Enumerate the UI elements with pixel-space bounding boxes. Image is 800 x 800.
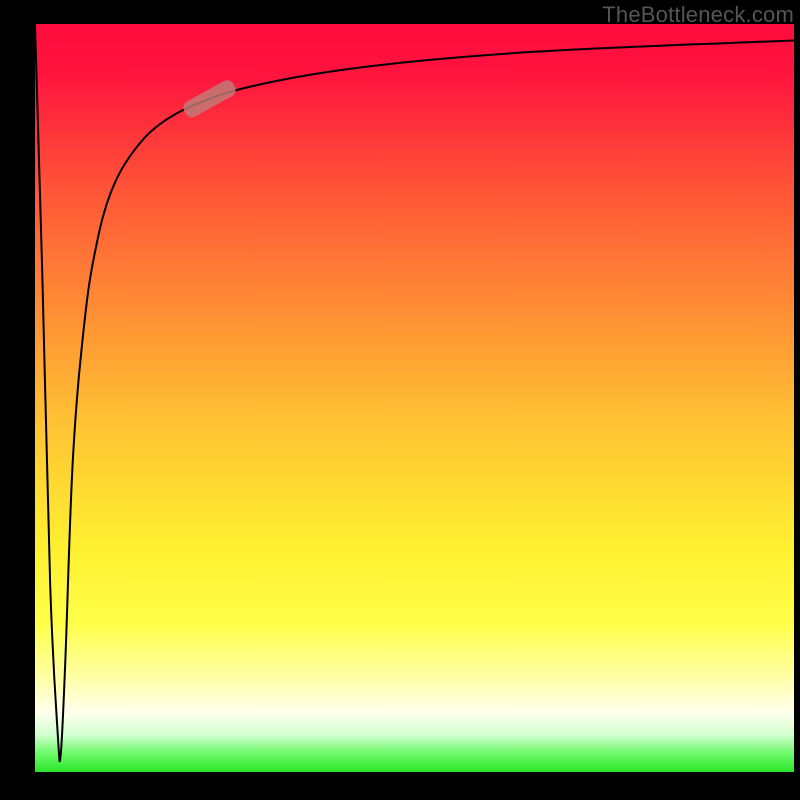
chart-gradient-bg: [35, 24, 794, 772]
bottleneck-chart: [0, 0, 800, 800]
chart-container: TheBottleneck.com: [0, 0, 800, 800]
attribution-text: TheBottleneck.com: [602, 2, 794, 28]
